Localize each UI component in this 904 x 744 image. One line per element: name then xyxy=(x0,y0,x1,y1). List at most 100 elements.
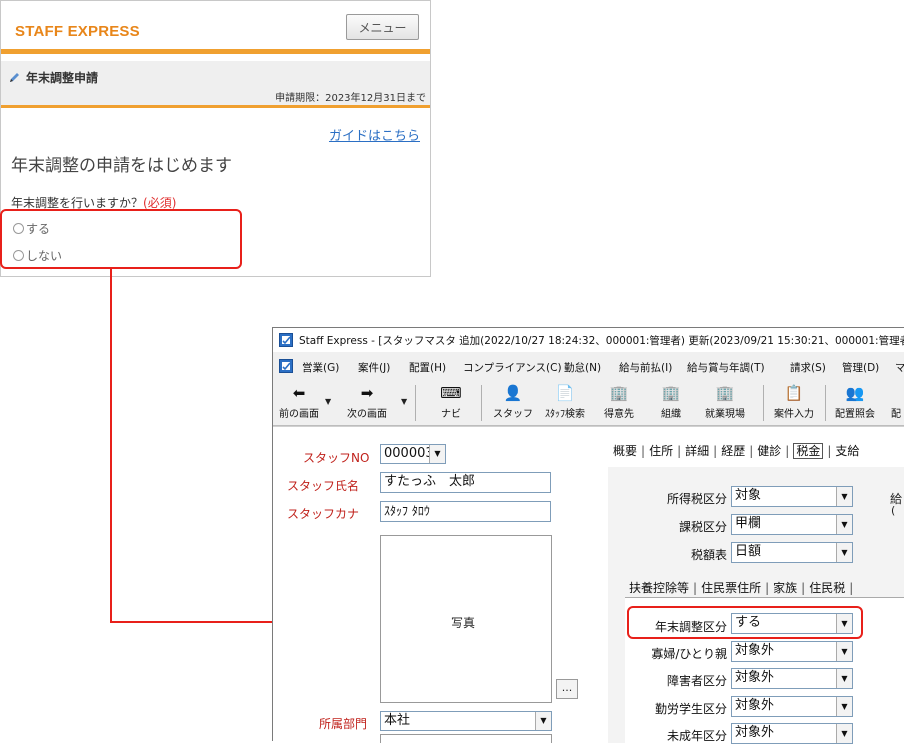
income-tax-label: 所得税区分 xyxy=(666,492,727,506)
menu-item-more[interactable]: マ xyxy=(895,360,904,375)
toolbar-organization-button[interactable]: 🏢 組織 xyxy=(651,379,691,425)
toolbar-back-button[interactable]: ⬅ 前の画面 xyxy=(275,379,323,425)
search-document-icon: 📄 xyxy=(555,384,575,402)
chevron-down-icon[interactable]: ▼ xyxy=(836,724,852,743)
pencil-icon xyxy=(10,73,19,82)
menu-item-sales[interactable]: 営業(G) xyxy=(302,360,339,375)
window-titlebar: Staff Express - [スタッフマスタ 追加(2022/10/27 1… xyxy=(273,328,904,352)
menu-item-assign[interactable]: 配置(H) xyxy=(409,360,446,375)
required-marker: (必須) xyxy=(143,196,177,210)
toolbar-staff-search-button[interactable]: 📄 ｽﾀｯﾌ検索 xyxy=(539,379,591,425)
staff-no-select[interactable]: 000003 ▼ xyxy=(380,444,446,464)
menu-item-case[interactable]: 案件(J) xyxy=(358,360,390,375)
widow-select[interactable]: 対象外 ▼ xyxy=(731,641,853,662)
header-divider xyxy=(1,49,430,54)
department-select[interactable]: 本社 ▼ xyxy=(380,711,552,731)
worksite-icon: 🏢 xyxy=(715,384,735,402)
tax-table-select[interactable]: 日額 ▼ xyxy=(731,542,853,563)
toolbar-separator xyxy=(825,385,826,421)
photo-box[interactable]: 写真 xyxy=(380,535,552,703)
app-logo: STAFF EXPRESS xyxy=(15,23,140,40)
toolbar-separator xyxy=(415,385,416,421)
tab-tax[interactable]: 税金 xyxy=(793,443,824,459)
menu-item-prepayment[interactable]: 給与前払(I) xyxy=(619,360,672,375)
back-arrow-icon: ⬅ xyxy=(292,384,306,402)
toolbar-forward-button[interactable]: ➡ 次の画面 xyxy=(339,379,395,425)
working-student-select[interactable]: 対象外 ▼ xyxy=(731,696,853,717)
subtab-dependents[interactable]: 扶養控除等 xyxy=(629,581,689,595)
toolbar-staff-button[interactable]: 👤 スタッフ xyxy=(491,379,535,425)
staff-icon: 👤 xyxy=(503,384,523,402)
page-heading: 年末調整の申請をはじめます xyxy=(11,156,232,176)
main-tabs: 概要 | 住所 | 詳細 | 経歴 | 健診 | 税金 | 支給 xyxy=(613,443,860,459)
keyboard-icon: ⌨ xyxy=(440,384,462,402)
client-icon: 🏢 xyxy=(609,384,629,402)
staff-no-label: スタッフNO xyxy=(303,451,370,465)
chevron-down-icon[interactable]: ▼ xyxy=(836,543,852,562)
menu-item-compliance[interactable]: コンプライアンス(C) xyxy=(463,360,562,375)
tax-table-label: 税額表 xyxy=(690,548,727,562)
chevron-down-icon[interactable]: ▼ xyxy=(836,487,852,506)
toolbar-assign-inquiry-button[interactable]: 👥 配置照会 xyxy=(829,379,881,425)
chevron-down-icon[interactable]: ▼ xyxy=(836,697,852,716)
subtab-resident-tax[interactable]: 住民税 xyxy=(809,581,845,595)
chevron-down-icon[interactable]: ▼ xyxy=(535,712,551,730)
toolbar-navi-button[interactable]: ⌨ ナビ xyxy=(431,379,471,425)
menu-item-attendance[interactable]: 勤怠(N) xyxy=(564,360,601,375)
disability-select[interactable]: 対象外 ▼ xyxy=(731,668,853,689)
photo-browse-button[interactable]: ... xyxy=(556,679,578,699)
sub-tabs: 扶養控除等 | 住民票住所 | 家族 | 住民税 | xyxy=(629,581,854,595)
application-deadline: 申請期限：2023年12月31日まで xyxy=(275,93,426,104)
toolbar-client-button[interactable]: 🏢 得意先 xyxy=(597,379,641,425)
tab-address[interactable]: 住所 xyxy=(649,444,673,458)
chevron-down-icon[interactable]: ▼ xyxy=(836,669,852,688)
tab-career[interactable]: 経歴 xyxy=(721,444,745,458)
toolbar-worksite-button[interactable]: 🏢 就業現場 xyxy=(699,379,751,425)
web-header: STAFF EXPRESS メニュー xyxy=(1,1,430,49)
staff-kana-label: スタッフカナ xyxy=(287,507,360,521)
tab-health[interactable]: 健診 xyxy=(757,444,781,458)
tab-detail[interactable]: 詳細 xyxy=(685,444,709,458)
menu-item-admin[interactable]: 管理(D) xyxy=(842,360,879,375)
chevron-down-icon[interactable]: ▼ xyxy=(836,642,852,661)
next-field-box xyxy=(380,734,552,743)
highlight-box-radio xyxy=(0,209,242,269)
question-text: 年末調整を行いますか？ xyxy=(11,196,144,210)
chevron-down-icon[interactable]: ▼ xyxy=(429,445,445,463)
staff-name-label: スタッフ氏名 xyxy=(287,479,360,493)
guide-link[interactable]: ガイドはこちら xyxy=(329,125,420,144)
subtab-family[interactable]: 家族 xyxy=(773,581,797,595)
photo-label: 写真 xyxy=(451,616,476,630)
income-tax-select[interactable]: 対象 ▼ xyxy=(731,486,853,507)
chevron-down-icon[interactable]: ▼ xyxy=(836,515,852,534)
menu-item-billing[interactable]: 請求(S) xyxy=(790,360,826,375)
toolbar-more-button[interactable]: 配 xyxy=(887,379,904,425)
staff-kana-input[interactable]: ｽﾀｯﾌ ﾀﾛｳ xyxy=(380,501,551,522)
menu-item-payroll[interactable]: 給与賞与年調(T) xyxy=(687,360,765,375)
forward-arrow-icon: ➡ xyxy=(360,384,374,402)
case-entry-icon: 📋 xyxy=(784,384,804,402)
highlight-box-year-end xyxy=(627,606,863,639)
department-label: 所属部門 xyxy=(319,717,368,731)
working-student-label: 勤労学生区分 xyxy=(654,702,727,716)
staff-form: スタッフNO 000003 ▼ スタッフ氏名 すたっふ 太郎 スタッフカナ ｽﾀｯ… xyxy=(273,426,904,744)
toolbar: ⬅ 前の画面 ▼ ➡ 次の画面 ▼ ⌨ ナビ 👤 スタッフ 📄 ｽﾀｯﾌ検索 🏢 得意先 🏢… xyxy=(273,379,904,426)
menu-button[interactable]: メニュー xyxy=(346,14,419,40)
back-dropdown-icon[interactable]: ▼ xyxy=(325,397,331,406)
window-title: Staff Express - [スタッフマスタ 追加(2022/10/27 1… xyxy=(299,335,904,347)
tab-payment[interactable]: 支給 xyxy=(835,444,859,458)
cut-off-label-2: ( xyxy=(891,504,896,517)
staff-master-window: Staff Express - [スタッフマスタ 追加(2022/10/27 1… xyxy=(272,327,904,744)
organization-icon: 🏢 xyxy=(661,384,681,402)
forward-dropdown-icon[interactable]: ▼ xyxy=(401,397,407,406)
minor-label: 未成年区分 xyxy=(666,729,727,743)
taxation-select[interactable]: 甲欄 ▼ xyxy=(731,514,853,535)
staff-name-input[interactable]: すたっふ 太郎 xyxy=(380,472,551,493)
tab-overview[interactable]: 概要 xyxy=(613,444,637,458)
app-menu-icon[interactable] xyxy=(279,359,293,373)
subtab-resident-address[interactable]: 住民票住所 xyxy=(701,581,761,595)
menu-bar: 営業(G) 案件(J) 配置(H) コンプライアンス(C) 勤怠(N) 給与前払… xyxy=(273,356,904,378)
toolbar-separator xyxy=(481,385,482,421)
widow-label: 寡婦/ひとり親 xyxy=(651,647,727,661)
toolbar-case-entry-button[interactable]: 📋 案件入力 xyxy=(767,379,821,425)
